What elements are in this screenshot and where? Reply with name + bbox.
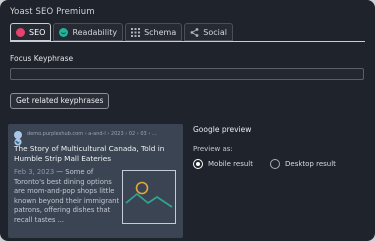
- plugin-title: Yoast SEO Premium: [10, 7, 95, 17]
- radio-checked-icon[interactable]: [193, 159, 203, 169]
- focus-keyphrase-input[interactable]: [10, 68, 364, 80]
- tab-readability-label: Readability: [72, 27, 118, 37]
- search-result-title[interactable]: The Story of Multicultural Canada, Told …: [14, 144, 179, 164]
- tab-schema-label: Schema: [144, 27, 177, 37]
- tab-social-label: Social: [203, 27, 227, 37]
- focus-keyphrase-label: Focus Keyphrase: [10, 54, 74, 63]
- yoast-seo-panel: Yoast SEO Premium SEO Readability Schema: [0, 0, 375, 241]
- tab-readability[interactable]: Readability: [53, 23, 124, 41]
- tab-social[interactable]: Social: [184, 23, 233, 41]
- globe-favicon-icon: [14, 131, 22, 146]
- schema-grid-icon: [131, 27, 141, 37]
- radio-unchecked-icon[interactable]: [270, 159, 280, 169]
- mobile-result-radio[interactable]: Mobile result: [193, 159, 253, 169]
- desktop-result-label: Desktop result: [285, 160, 336, 168]
- search-result-url: demo.purpleshub.com › a-and-l › 2023 › 0…: [27, 131, 157, 137]
- search-result-snippet: Some of Toronto's best dining options ar…: [14, 168, 120, 224]
- desktop-result-radio[interactable]: Desktop result: [270, 159, 336, 169]
- get-related-keyphrases-button[interactable]: Get related keyphrases: [10, 93, 110, 109]
- preview-as-label: Preview as:: [193, 145, 233, 153]
- tab-bar: SEO Readability Schema Social: [10, 23, 233, 41]
- search-result-separator: —: [54, 168, 66, 176]
- search-result-description: Feb 3, 2023 — Some of Toronto's best din…: [14, 168, 120, 225]
- mobile-result-label: Mobile result: [208, 160, 253, 168]
- tab-divider: [10, 41, 365, 42]
- tab-schema[interactable]: Schema: [125, 23, 183, 41]
- seo-status-dot-icon: [16, 27, 25, 37]
- readability-smiley-icon: [59, 27, 69, 37]
- tab-seo[interactable]: SEO: [10, 23, 52, 41]
- tab-seo-label: SEO: [29, 27, 46, 37]
- image-placeholder-icon: [122, 170, 176, 224]
- google-preview-title: Google preview: [193, 125, 252, 134]
- share-icon: [190, 27, 199, 37]
- search-result-date: Feb 3, 2023: [14, 168, 55, 176]
- search-result-preview: demo.purpleshub.com › a-and-l › 2023 › 0…: [8, 124, 183, 238]
